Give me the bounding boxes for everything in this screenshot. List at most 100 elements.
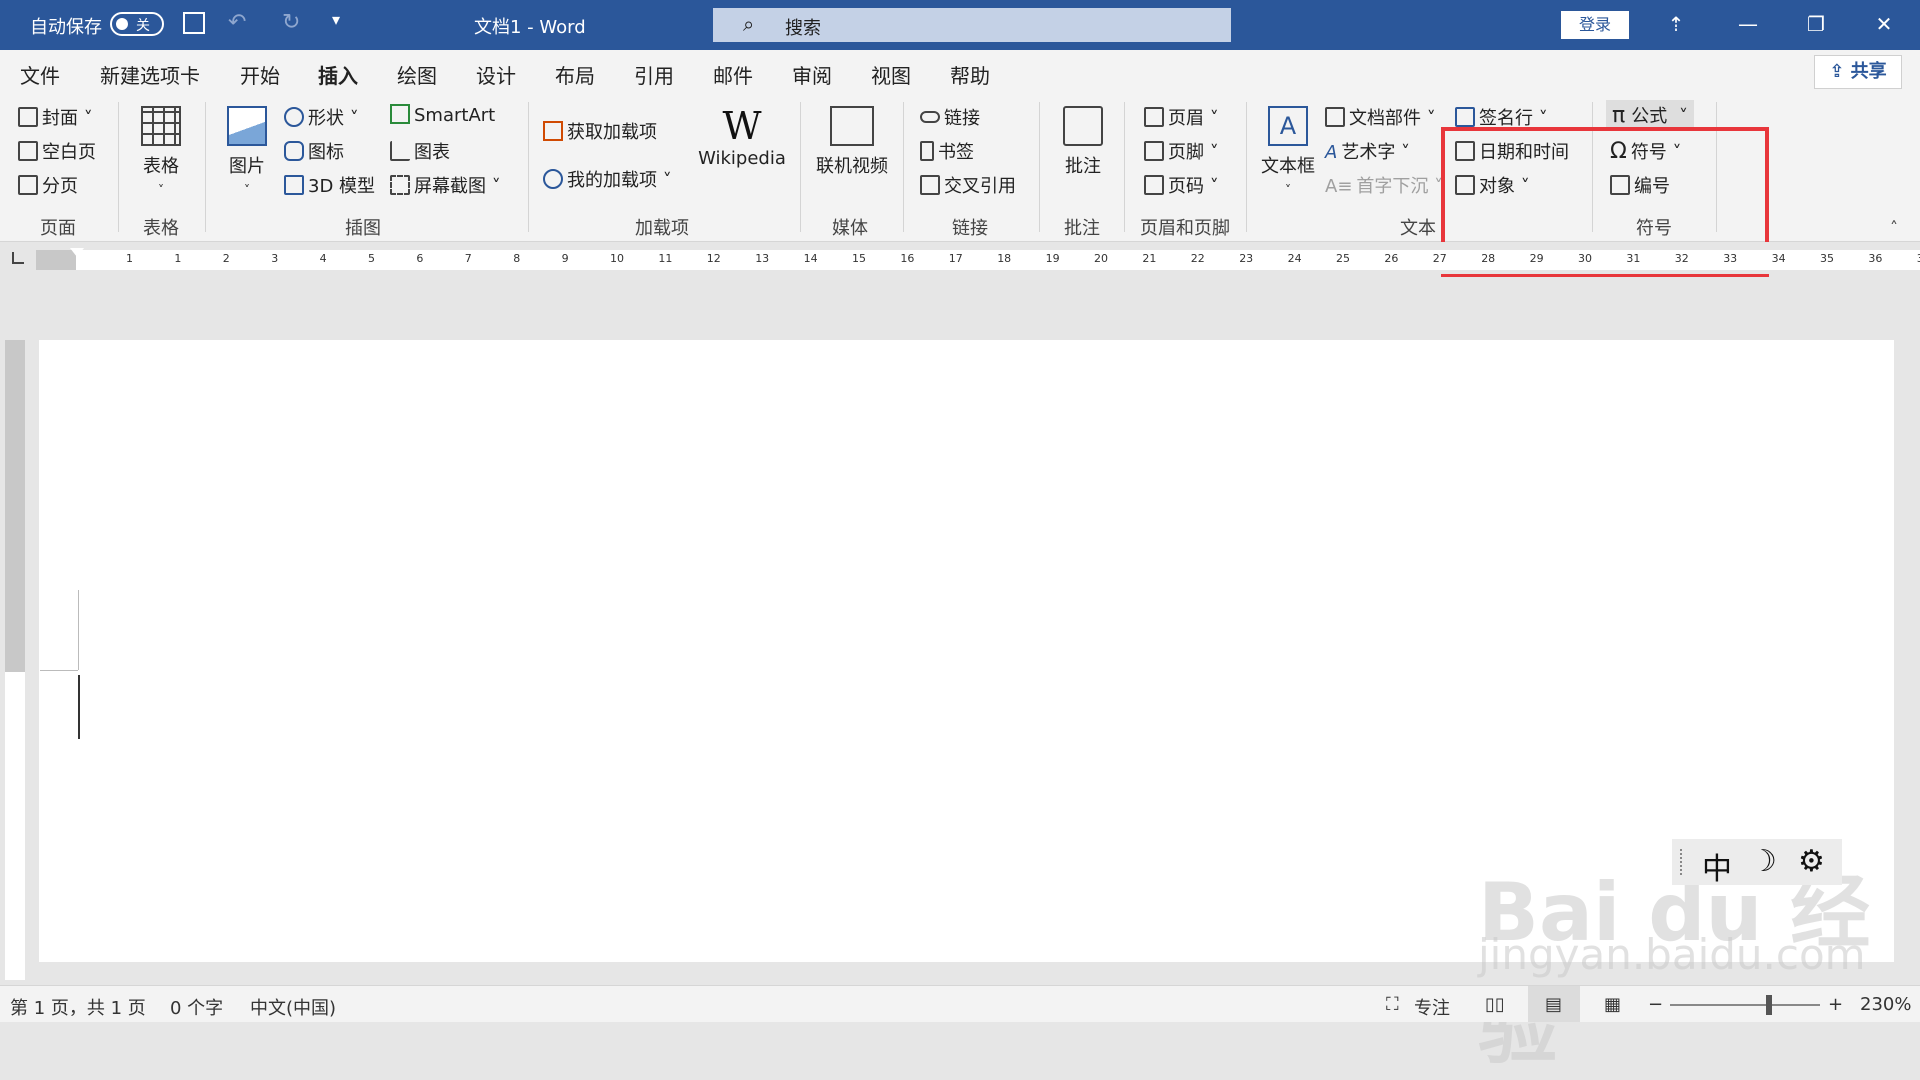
- cover-page-button[interactable]: 封面 ˅: [18, 104, 93, 130]
- focus-icon[interactable]: ⛶: [1386, 994, 1399, 1015]
- title-bar: 自动保存 关 ↶ ↻ ▾ 文档1 - Word ⌕ 搜索 登录 ⇡ — ❐ ✕: [0, 0, 1920, 50]
- autosave-toggle[interactable]: 关: [110, 12, 164, 36]
- tab-draw[interactable]: 绘图: [397, 60, 437, 89]
- ime-mode[interactable]: 中: [1702, 844, 1732, 888]
- undo-icon[interactable]: ↶: [228, 10, 246, 35]
- page-break-button[interactable]: 分页: [18, 172, 78, 198]
- gear-icon[interactable]: ⚙: [1798, 844, 1825, 879]
- 3d-models-button[interactable]: 3D 模型: [284, 172, 375, 198]
- horizontal-ruler[interactable]: 1 1 2 3 4 5 6 7 8 9 10 11 12 13 14 15 16 17 18 19 20 21 22 23 24…: [0, 242, 1920, 274]
- drag-handle-icon[interactable]: [1680, 849, 1686, 875]
- login-button[interactable]: 登录: [1561, 11, 1629, 39]
- chart-icon: [390, 141, 410, 161]
- tab-home[interactable]: 开始: [240, 60, 280, 89]
- ruler-number: 27: [1432, 252, 1447, 265]
- equation-button[interactable]: π 公式 ˅: [1606, 100, 1694, 130]
- tab-selector-icon[interactable]: [12, 252, 24, 264]
- word-count[interactable]: 0 个字: [170, 994, 223, 1020]
- comment-icon: [1063, 106, 1103, 146]
- share-button[interactable]: ⇪ 共享: [1814, 55, 1902, 89]
- online-video-button[interactable]: 联机视频: [812, 106, 892, 178]
- chart-button[interactable]: 图表: [390, 138, 450, 164]
- bookmark-button[interactable]: 书签: [920, 138, 974, 164]
- close-icon[interactable]: ✕: [1872, 12, 1896, 36]
- tab-insert[interactable]: 插入: [318, 60, 358, 97]
- zoom-slider[interactable]: [1670, 1004, 1820, 1006]
- page-count[interactable]: 第 1 页，共 1 页: [10, 994, 146, 1020]
- wikipedia-button[interactable]: W Wikipedia: [696, 104, 788, 169]
- page-number-button[interactable]: 页码 ˅: [1144, 172, 1219, 198]
- screenshot-button[interactable]: 屏幕截图 ˅: [390, 172, 501, 198]
- get-addins-button[interactable]: 获取加载项: [543, 118, 657, 144]
- my-addins-label: 我的加载项: [567, 170, 657, 191]
- focus-label[interactable]: 专注: [1414, 994, 1450, 1020]
- group-pages: 页面: [40, 218, 76, 239]
- smartart-label: SmartArt: [414, 105, 496, 126]
- quick-parts-button[interactable]: 文档部件 ˅: [1325, 104, 1436, 130]
- divider: [205, 102, 206, 232]
- cover-page-icon: [18, 107, 38, 127]
- header-button[interactable]: 页眉 ˅: [1144, 104, 1219, 130]
- picture-button[interactable]: 图片 ˅: [222, 106, 272, 199]
- shapes-label: 形状: [308, 108, 344, 129]
- header-icon: [1144, 107, 1164, 127]
- zoom-slider-thumb[interactable]: [1766, 995, 1772, 1015]
- tab-new[interactable]: 新建选项卡: [100, 60, 200, 89]
- zoom-out-icon[interactable]: −: [1648, 994, 1663, 1015]
- moon-icon[interactable]: ☽: [1750, 844, 1777, 879]
- link-button[interactable]: 链接: [920, 104, 980, 130]
- new-comment-button[interactable]: 批注: [1056, 106, 1110, 178]
- divider: [800, 102, 801, 232]
- picture-label: 图片: [229, 156, 265, 177]
- table-button[interactable]: 表格 ˅: [136, 106, 186, 199]
- tab-help[interactable]: 帮助: [950, 60, 990, 89]
- tab-design[interactable]: 设计: [476, 60, 516, 89]
- print-layout-icon[interactable]: ▤: [1545, 994, 1562, 1015]
- first-line-indent-icon[interactable]: [70, 248, 84, 257]
- ruler-number: 20: [1094, 252, 1108, 265]
- minimize-icon[interactable]: —: [1736, 12, 1760, 36]
- tab-file[interactable]: 文件: [20, 60, 60, 89]
- my-addins-button[interactable]: 我的加载项 ˅: [543, 166, 672, 192]
- read-mode-icon[interactable]: ▯▯: [1485, 994, 1505, 1015]
- language[interactable]: 中文(中国): [250, 994, 336, 1020]
- redo-icon[interactable]: ↻: [282, 10, 300, 35]
- tab-view[interactable]: 视图: [871, 60, 911, 89]
- search-box[interactable]: ⌕ 搜索: [713, 8, 1231, 42]
- tab-mailings[interactable]: 邮件: [713, 60, 753, 89]
- online-video-label: 联机视频: [816, 156, 888, 177]
- ruler-number: 18: [997, 252, 1012, 265]
- ruler-number: 14: [803, 252, 818, 265]
- footer-button[interactable]: 页脚 ˅: [1144, 138, 1219, 164]
- textbox-button[interactable]: A 文本框 ˅: [1258, 106, 1318, 199]
- share-label: 共享: [1850, 61, 1887, 82]
- document-title: 文档1 - Word: [474, 17, 586, 38]
- zoom-level[interactable]: 230%: [1860, 994, 1911, 1015]
- shapes-button[interactable]: 形状 ˅: [284, 104, 359, 130]
- quick-parts-label: 文档部件: [1349, 108, 1421, 129]
- chart-label: 图表: [414, 142, 450, 163]
- search-placeholder: 搜索: [785, 18, 821, 39]
- wordart-button[interactable]: A 艺术字 ˅: [1325, 138, 1410, 164]
- zoom-in-icon[interactable]: +: [1828, 994, 1843, 1015]
- cross-reference-button[interactable]: 交叉引用: [920, 172, 1016, 198]
- ruler-number: 25: [1336, 252, 1350, 265]
- drop-cap-button[interactable]: A≡ 首字下沉 ˅: [1325, 172, 1443, 198]
- collapse-ribbon-icon[interactable]: ˄: [1890, 218, 1898, 237]
- ruler-number: 35: [1820, 252, 1834, 265]
- ribbon-display-options-icon[interactable]: ⇡: [1664, 12, 1688, 36]
- group-illustrations: 插图: [345, 218, 381, 239]
- tab-references[interactable]: 引用: [634, 60, 674, 89]
- blank-page-button[interactable]: 空白页: [18, 138, 96, 164]
- ime-toolbar[interactable]: 中 ☽ ⚙: [1672, 839, 1842, 888]
- customize-toolbar-icon[interactable]: ▾: [332, 10, 340, 29]
- save-icon[interactable]: [183, 12, 205, 34]
- restore-icon[interactable]: ❐: [1804, 12, 1828, 36]
- icons-button[interactable]: 图标: [284, 138, 344, 164]
- web-layout-icon[interactable]: ▦: [1604, 994, 1621, 1015]
- tab-layout[interactable]: 布局: [555, 60, 595, 89]
- ruler-number: 7: [464, 252, 472, 265]
- smartart-button[interactable]: SmartArt: [390, 104, 495, 126]
- tab-review[interactable]: 审阅: [792, 60, 832, 89]
- link-icon: [920, 111, 940, 123]
